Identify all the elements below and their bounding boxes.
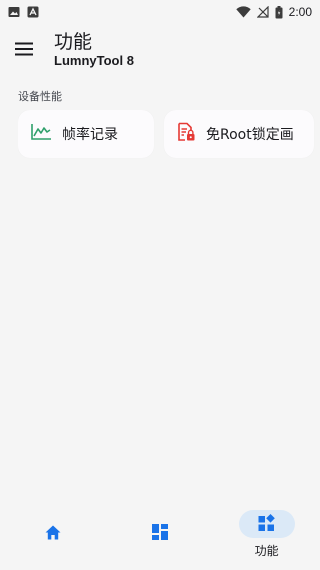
nav-label: 功能: [254, 544, 279, 558]
android-icon: [27, 6, 39, 18]
nav-item-dashboard[interactable]: [107, 498, 214, 570]
line-chart-icon: [30, 123, 52, 145]
home-icon: [45, 525, 61, 544]
menu-icon: [15, 41, 33, 60]
bottom-navigation: 功能: [0, 498, 320, 570]
status-bar: 2:00: [0, 0, 320, 24]
wifi-icon: [235, 6, 251, 18]
app-subtitle: LumnyTool 8: [54, 53, 134, 68]
locked-document-icon: [176, 122, 196, 146]
nav-item-home[interactable]: [0, 498, 107, 570]
card-label: 免Root锁定画: [206, 127, 294, 143]
card-fps-record[interactable]: 帧率记录: [18, 110, 154, 158]
battery-icon: [275, 5, 283, 19]
section-label: 设备性能: [18, 90, 62, 103]
status-time: 2:00: [288, 5, 312, 19]
status-left: [8, 6, 39, 18]
card-label: 帧率记录: [62, 127, 118, 143]
menu-button[interactable]: [0, 26, 48, 74]
widgets-icon: [258, 513, 275, 535]
app-bar: 功能 LumnyTool 8: [0, 24, 320, 76]
dashboard-icon: [152, 524, 168, 544]
card-rootless-lock[interactable]: 免Root锁定画: [164, 110, 314, 158]
nav-pill: [132, 520, 188, 548]
nav-item-features[interactable]: 功能: [213, 498, 320, 570]
page-title: 功能: [54, 31, 93, 53]
nav-pill: [25, 520, 81, 548]
status-right: 2:00: [235, 5, 312, 19]
feature-card-row: 帧率记录 免Root锁定画: [18, 110, 320, 160]
nav-pill-active: [238, 510, 295, 538]
no-signal-icon: [256, 6, 269, 18]
image-icon: [8, 6, 20, 18]
app-bar-titles: 功能 LumnyTool 8: [54, 31, 134, 69]
